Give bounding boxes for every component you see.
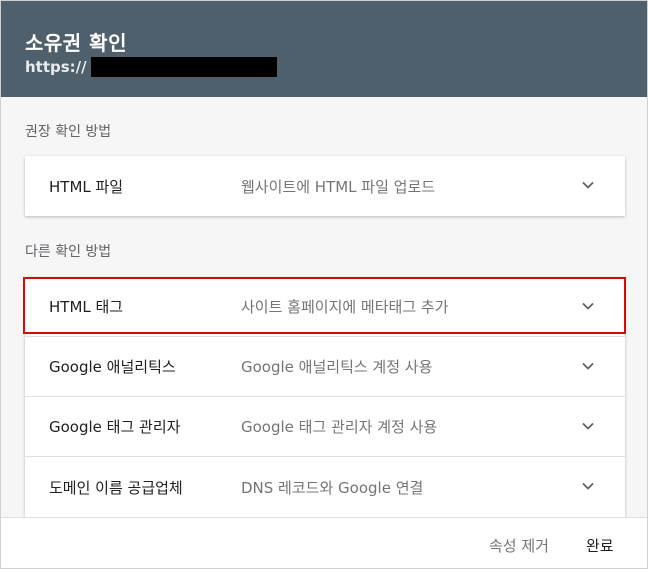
method-description: Google 태그 관리자 계정 사용 [241, 418, 438, 436]
other-section-label: 다른 확인 방법 [25, 244, 112, 260]
method-name: Google 태그 관리자 [49, 418, 181, 436]
method-description: Google 애널리틱스 계정 사용 [241, 358, 433, 376]
method-row-google-tag-manager[interactable]: Google 태그 관리자 Google 태그 관리자 계정 사용 [25, 397, 625, 457]
chevron-down-icon[interactable] [581, 299, 595, 313]
method-name: HTML 파일 [49, 177, 124, 196]
method-name: 도메인 이름 공급업체 [49, 478, 183, 497]
chevron-down-icon[interactable] [581, 479, 595, 493]
recommended-section-label: 권장 확인 방법 [25, 124, 112, 140]
method-row-google-analytics[interactable]: Google 애널리틱스 Google 애널리틱스 계정 사용 [25, 337, 625, 397]
dialog-header: 소유권 확인 https:// [1, 1, 647, 97]
url-prefix: https:// [25, 58, 87, 76]
done-button[interactable]: 완료 [586, 535, 614, 556]
redacted-url-block [90, 57, 277, 77]
dialog-content: 권장 확인 방법 HTML 파일 웹사이트에 HTML 파일 업로드 다른 확인… [1, 97, 647, 517]
method-name: HTML 태그 [49, 298, 124, 316]
recommended-methods-card: HTML 파일 웹사이트에 HTML 파일 업로드 [25, 156, 625, 216]
dialog-footer: 속성 제거 완료 [1, 517, 647, 568]
other-methods-card: HTML 태그 사이트 홈페이지에 메타태그 추가 Google 애널리틱스 G… [25, 277, 625, 517]
method-description: 웹사이트에 HTML 파일 업로드 [241, 177, 436, 196]
dialog-title: 소유권 확인 [25, 31, 127, 55]
method-row-domain-provider[interactable]: 도메인 이름 공급업체 DNS 레코드와 Google 연결 [25, 457, 625, 517]
remove-property-button[interactable]: 속성 제거 [489, 535, 549, 556]
chevron-down-icon[interactable] [581, 359, 595, 373]
ownership-verification-dialog: 소유권 확인 https:// 권장 확인 방법 HTML 파일 웹사이트에 H… [0, 0, 648, 569]
property-url: https:// [25, 57, 277, 77]
method-row-html-tag[interactable]: HTML 태그 사이트 홈페이지에 메타태그 추가 [25, 277, 625, 337]
chevron-down-icon[interactable] [581, 419, 595, 433]
chevron-down-icon[interactable] [581, 178, 595, 192]
method-row-html-file[interactable]: HTML 파일 웹사이트에 HTML 파일 업로드 [25, 156, 625, 216]
method-description: 사이트 홈페이지에 메타태그 추가 [241, 298, 449, 316]
method-description: DNS 레코드와 Google 연결 [241, 478, 424, 497]
method-name: Google 애널리틱스 [49, 358, 176, 376]
